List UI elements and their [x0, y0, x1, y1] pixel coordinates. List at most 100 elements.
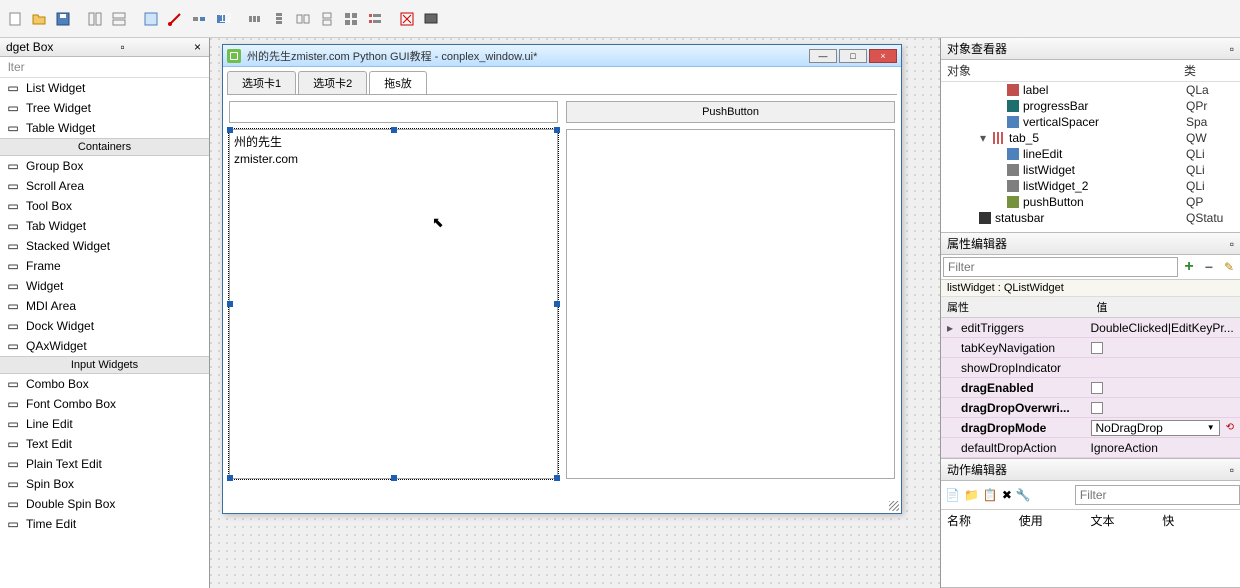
widget-item[interactable]: ▭Text Edit — [0, 434, 209, 454]
list-item[interactable]: 州的先生 — [234, 132, 553, 151]
buddies-icon[interactable] — [188, 8, 210, 30]
object-tree-row[interactable]: listWidget_2QLi — [941, 178, 1240, 194]
remove-property-icon[interactable]: − — [1200, 258, 1218, 276]
object-tree-row[interactable]: pushButtonQP — [941, 194, 1240, 210]
list-widget-2[interactable] — [566, 129, 895, 479]
preview-icon[interactable] — [420, 8, 442, 30]
layout-v-icon[interactable] — [268, 8, 290, 30]
widget-item[interactable]: ▭QAxWidget — [0, 336, 209, 356]
float-icon[interactable]: ▫ — [121, 40, 125, 54]
object-tree-row[interactable]: statusbarQStatu — [941, 210, 1240, 226]
widget-item[interactable]: ▭Widget — [0, 276, 209, 296]
widget-item[interactable]: ▭Tool Box — [0, 196, 209, 216]
tab[interactable]: 选项卡2 — [298, 71, 367, 94]
widget-filter-input[interactable] — [0, 57, 209, 78]
object-tree-row[interactable]: listWidgetQLi — [941, 162, 1240, 178]
checkbox[interactable] — [1091, 382, 1103, 394]
widget-section-header[interactable]: Input Widgets — [0, 356, 209, 374]
revert-icon[interactable]: ⟲ — [1226, 422, 1234, 433]
resize-handle[interactable] — [554, 301, 560, 307]
taborder-icon[interactable]: 123 — [212, 8, 234, 30]
object-tree-row[interactable]: progressBarQPr — [941, 98, 1240, 114]
widget-item[interactable]: ▭Tree Widget — [0, 98, 209, 118]
widget-item[interactable]: ▭Table Widget — [0, 118, 209, 138]
float-icon[interactable]: ▫ — [1230, 463, 1234, 477]
new-icon[interactable] — [4, 8, 26, 30]
checkbox[interactable] — [1091, 402, 1103, 414]
window-titlebar[interactable]: 州的先生zmister.com Python GUI教程 - conplex_w… — [223, 45, 901, 67]
property-row[interactable]: tabKeyNavigation — [941, 338, 1240, 358]
resize-handle[interactable] — [554, 475, 560, 481]
layout-h-icon[interactable] — [244, 8, 266, 30]
layout-hs-icon[interactable] — [292, 8, 314, 30]
widget-item[interactable]: ▭Spin Box — [0, 474, 209, 494]
open-action-icon[interactable]: 📁 — [964, 486, 979, 504]
widget-section-header[interactable]: Containers — [0, 138, 209, 156]
widget-item[interactable]: ▭Scroll Area — [0, 176, 209, 196]
delete-action-icon[interactable]: ✖ — [1002, 486, 1012, 504]
tab[interactable]: 选项卡1 — [227, 71, 296, 94]
tab[interactable]: 拖s放 — [369, 71, 427, 94]
property-row[interactable]: dragEnabled — [941, 378, 1240, 398]
widget-item[interactable]: ▭Double Spin Box — [0, 494, 209, 514]
new-action-icon[interactable]: 📄 — [945, 486, 960, 504]
widget-item[interactable]: ▭Line Edit — [0, 414, 209, 434]
combo-box[interactable]: NoDragDrop▼ — [1091, 420, 1220, 436]
copy-action-icon[interactable]: 📋 — [983, 486, 998, 504]
form-canvas[interactable]: 州的先生zmister.com Python GUI教程 - conplex_w… — [210, 38, 940, 588]
config-action-icon[interactable]: 🔧 — [1016, 486, 1031, 504]
maximize-button[interactable]: □ — [839, 49, 867, 63]
property-row[interactable]: showDropIndicator — [941, 358, 1240, 378]
signals-icon[interactable] — [164, 8, 186, 30]
widget-item[interactable]: ▭Combo Box — [0, 374, 209, 394]
object-tree-row[interactable]: ▾tab_5QW — [941, 130, 1240, 146]
object-tree-row[interactable]: lineEditQLi — [941, 146, 1240, 162]
widget-item[interactable]: ▭Plain Text Edit — [0, 454, 209, 474]
grid2-icon[interactable] — [108, 8, 130, 30]
widget-item[interactable]: ▭MDI Area — [0, 296, 209, 316]
property-row[interactable]: dragDropModeNoDragDrop▼⟲ — [941, 418, 1240, 438]
widget-item[interactable]: ▭Stacked Widget — [0, 236, 209, 256]
widget-item[interactable]: ▭Dock Widget — [0, 316, 209, 336]
edit-widgets-icon[interactable] — [140, 8, 162, 30]
resize-handle[interactable] — [554, 127, 560, 133]
object-tree-row[interactable]: labelQLa — [941, 82, 1240, 98]
save-icon[interactable] — [52, 8, 74, 30]
layout-vs-icon[interactable] — [316, 8, 338, 30]
edit-property-icon[interactable]: ✎ — [1220, 258, 1238, 276]
layout-form-icon[interactable] — [364, 8, 386, 30]
resize-handle[interactable] — [391, 475, 397, 481]
line-edit[interactable] — [229, 101, 558, 123]
checkbox[interactable] — [1091, 342, 1103, 354]
float-icon[interactable]: ▫ — [1230, 237, 1234, 251]
push-button[interactable]: PushButton — [566, 101, 895, 123]
resize-handle[interactable] — [227, 301, 233, 307]
list-item[interactable]: zmister.com — [234, 151, 553, 167]
float-icon[interactable]: ▫ — [1230, 42, 1234, 56]
property-row[interactable]: dragDropOverwri... — [941, 398, 1240, 418]
close-button[interactable]: × — [869, 49, 897, 63]
add-property-icon[interactable]: + — [1180, 258, 1198, 276]
property-row[interactable]: ▸editTriggersDoubleClicked|EditKeyPr... — [941, 318, 1240, 338]
property-row[interactable]: defaultDropActionIgnoreAction — [941, 438, 1240, 458]
layout-grid-icon[interactable] — [340, 8, 362, 30]
minimize-button[interactable]: — — [809, 49, 837, 63]
break-layout-icon[interactable] — [396, 8, 418, 30]
resize-handle[interactable] — [227, 475, 233, 481]
list-widget-1[interactable]: ⬉ 州的先生zmister.com — [229, 129, 558, 479]
widget-item[interactable]: ▭Frame — [0, 256, 209, 276]
grid1-icon[interactable] — [84, 8, 106, 30]
resize-handle[interactable] — [227, 127, 233, 133]
open-icon[interactable] — [28, 8, 50, 30]
object-tree-row[interactable]: verticalSpacerSpa — [941, 114, 1240, 130]
object-tree[interactable]: labelQLaprogressBarQPrverticalSpacerSpa▾… — [941, 82, 1240, 232]
widget-item[interactable]: ▭Font Combo Box — [0, 394, 209, 414]
action-filter-input[interactable] — [1075, 485, 1240, 505]
widget-item[interactable]: ▭Group Box — [0, 156, 209, 176]
widget-item[interactable]: ▭Tab Widget — [0, 216, 209, 236]
property-filter-input[interactable] — [943, 257, 1178, 277]
close-icon[interactable]: × — [192, 40, 203, 54]
resize-grip[interactable] — [889, 501, 899, 511]
widget-item[interactable]: ▭List Widget — [0, 78, 209, 98]
widget-item[interactable]: ▭Time Edit — [0, 514, 209, 534]
